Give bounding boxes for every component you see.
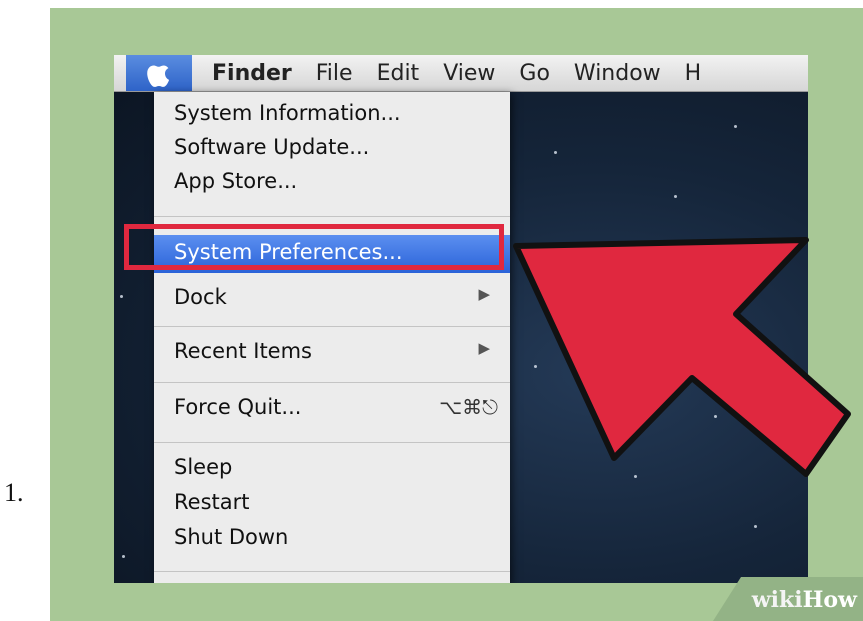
keyboard-shortcut: ⌥⌘⎋: [439, 395, 498, 419]
menu-item-recent-items[interactable]: Recent Items ▶: [154, 336, 510, 370]
submenu-arrow-icon: ▶: [478, 339, 490, 357]
menubar-item-file[interactable]: File: [304, 61, 365, 86]
menubar-item-help[interactable]: H: [673, 61, 714, 86]
apple-icon: [147, 65, 170, 87]
menu-item-restart[interactable]: Restart: [154, 487, 510, 521]
menu-separator: [154, 382, 510, 383]
star: [754, 525, 757, 528]
menubar-item-go[interactable]: Go: [507, 61, 562, 86]
menu-item-label: Force Quit...: [174, 395, 302, 419]
menu-separator: [154, 442, 510, 443]
star: [122, 555, 125, 558]
star: [674, 195, 677, 198]
menu-item-label: Restart: [174, 490, 250, 514]
menu-item-label: Shut Down: [174, 525, 289, 549]
illustration-frame: Finder File Edit View Go Window H System…: [50, 8, 863, 621]
menu-item-force-quit[interactable]: Force Quit... ⌥⌘⎋: [154, 392, 510, 426]
menu-item-label: System Information...: [174, 101, 401, 125]
menu-item-label: Software Update...: [174, 135, 370, 159]
star: [554, 151, 557, 154]
star: [120, 295, 123, 298]
star: [734, 125, 737, 128]
menu-item-software-update[interactable]: Software Update...: [154, 132, 510, 166]
menu-item-shut-down[interactable]: Shut Down: [154, 522, 510, 556]
menu-item-sleep[interactable]: Sleep: [154, 452, 510, 486]
menu-separator: [154, 571, 510, 572]
annotation-highlight-box: [124, 224, 504, 270]
menubar-item-window[interactable]: Window: [562, 61, 673, 86]
menu-item-dock[interactable]: Dock ▶: [154, 282, 510, 316]
menu-bar: Finder File Edit View Go Window H: [114, 55, 808, 92]
menu-item-app-store[interactable]: App Store...: [154, 166, 510, 200]
logo-text-how: How: [802, 587, 857, 613]
submenu-arrow-icon: ▶: [478, 285, 490, 303]
menu-item-system-information[interactable]: System Information...: [154, 98, 510, 132]
menu-separator: [154, 326, 510, 327]
menu-separator: [154, 216, 510, 217]
apple-dropdown-menu: System Information... Software Update...…: [154, 92, 510, 583]
menubar-item-edit[interactable]: Edit: [365, 61, 432, 86]
menubar-item-finder[interactable]: Finder: [192, 61, 304, 86]
logo-text-wiki: wiki: [751, 587, 803, 613]
step-number: 1.: [4, 478, 24, 507]
menu-item-label: Dock: [174, 285, 227, 309]
menubar-item-view[interactable]: View: [431, 61, 507, 86]
menu-item-label: App Store...: [174, 169, 298, 193]
menu-item-label: Sleep: [174, 455, 233, 479]
apple-menu-button[interactable]: [126, 55, 192, 91]
wikihow-logo: wikiHow: [752, 587, 857, 613]
annotation-arrow-icon: [513, 237, 851, 477]
menu-item-label: Recent Items: [174, 339, 312, 363]
